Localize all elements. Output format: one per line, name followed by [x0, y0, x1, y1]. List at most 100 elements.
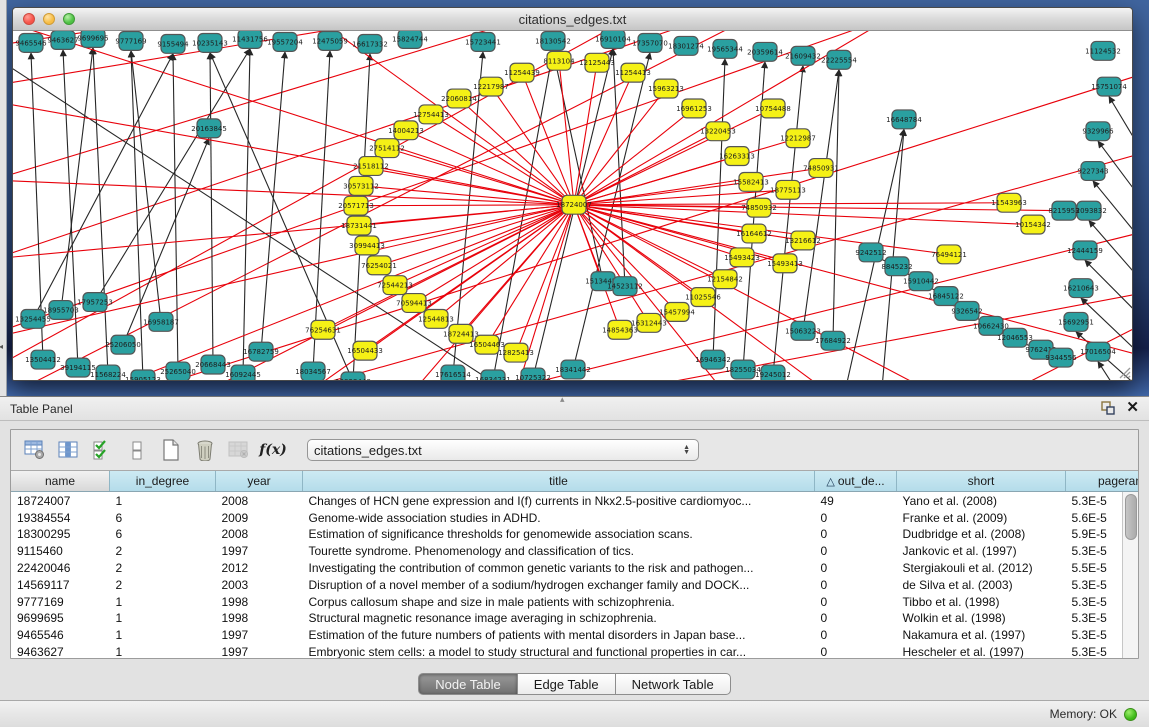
tab-edge-table[interactable]: Edge Table: [517, 673, 616, 695]
network-node[interactable]: 9242512: [855, 243, 886, 262]
network-node[interactable]: 72544213: [377, 276, 413, 295]
network-node[interactable]: 9344556: [1045, 348, 1076, 367]
network-node[interactable]: 17616514: [435, 365, 471, 380]
network-node[interactable]: 12217987: [473, 77, 509, 96]
network-node[interactable]: 17357070: [632, 33, 668, 52]
network-node[interactable]: 13504412: [25, 350, 61, 369]
network-node[interactable]: 11254439: [504, 63, 540, 82]
table-vertical-scrollbar[interactable]: [1122, 492, 1138, 658]
network-node[interactable]: 12125443: [579, 53, 615, 72]
table-row[interactable]: 969969511998Structural magnetic resonanc…: [11, 610, 1138, 627]
column-header-out_de[interactable]: △out_de...: [815, 471, 897, 492]
network-node[interactable]: 11431756: [232, 31, 268, 48]
network-node[interactable]: 9463627: [47, 31, 78, 49]
network-node[interactable]: 9329966: [1082, 122, 1113, 141]
float-panel-button[interactable]: [1100, 400, 1116, 416]
table-row[interactable]: 977716911998Corpus callosum shape and si…: [11, 593, 1138, 610]
network-node[interactable]: 15582413: [733, 172, 769, 191]
network-node[interactable]: 30994413: [349, 236, 385, 255]
network-node[interactable]: 17957253: [77, 293, 113, 312]
new-table-button[interactable]: [157, 437, 185, 463]
close-panel-button[interactable]: ✕: [1126, 401, 1139, 415]
network-node[interactable]: 20359614: [747, 42, 783, 61]
table-settings-button[interactable]: [21, 437, 49, 463]
network-node[interactable]: 11254413: [615, 63, 651, 82]
tab-network-table[interactable]: Network Table: [615, 673, 731, 695]
network-node[interactable]: 8113104: [543, 51, 575, 70]
network-window-titlebar[interactable]: citations_edges.txt: [13, 8, 1132, 31]
column-header-pagerank[interactable]: pagerank: [1066, 471, 1139, 492]
network-node[interactable]: 15905123: [125, 370, 161, 380]
collapse-left-icon[interactable]: ◂: [0, 342, 3, 351]
network-node[interactable]: 16263313: [719, 147, 755, 166]
network-node[interactable]: 74850931: [803, 159, 839, 178]
network-canvas[interactable]: 946554694636279699695 9777169 915549410235…: [13, 31, 1132, 380]
network-node[interactable]: 11124532: [1085, 41, 1121, 60]
network-node[interactable]: 18731441: [341, 216, 377, 235]
network-node[interactable]: 12212987: [780, 129, 816, 148]
network-node[interactable]: 8845232: [881, 257, 912, 276]
table-row[interactable]: 2242004622012Investigating the contribut…: [11, 560, 1138, 577]
scrollbar-thumb[interactable]: [1125, 494, 1137, 540]
network-node[interactable]: 16617332: [352, 34, 388, 53]
network-node[interactable]: 9227343: [1077, 162, 1108, 181]
network-node[interactable]: 17016504: [1080, 342, 1116, 361]
network-node[interactable]: 10725322: [515, 368, 551, 380]
network-node[interactable]: 8215953: [1048, 201, 1079, 220]
delete-columns-button[interactable]: [191, 437, 219, 463]
network-node[interactable]: 16961253: [676, 99, 712, 118]
panel-splitter-handle[interactable]: ▴: [560, 394, 565, 405]
table-row[interactable]: 946554611997Estimation of the future num…: [11, 627, 1138, 644]
table-row[interactable]: 1938455462009Genome-wide association stu…: [11, 509, 1138, 526]
network-node[interactable]: 16782759: [243, 342, 279, 361]
network-node[interactable]: 25265040: [160, 362, 196, 380]
tab-node-table[interactable]: Node Table: [418, 673, 518, 695]
network-node[interactable]: 22225554: [821, 50, 857, 69]
network-node[interactable]: 76254021: [361, 256, 397, 275]
network-node[interactable]: 12475059: [312, 31, 348, 50]
table-row[interactable]: 911546021997Tourette syndrome. Phenomeno…: [11, 543, 1138, 560]
network-node[interactable]: 27514112: [369, 139, 405, 158]
clear-selection-button[interactable]: [123, 437, 151, 463]
table-row[interactable]: 946362711997Embryonic stem cells: a mode…: [11, 644, 1138, 659]
column-header-name[interactable]: name: [11, 471, 110, 492]
network-node[interactable]: 18775113: [770, 180, 806, 199]
left-splitter[interactable]: ◂: [0, 0, 7, 396]
column-header-title[interactable]: title: [303, 471, 815, 492]
network-node[interactable]: 15692951: [1058, 312, 1094, 331]
network-node[interactable]: 76494121: [931, 245, 967, 264]
network-node[interactable]: 18301274: [668, 36, 704, 55]
column-header-in_degree[interactable]: in_degree: [110, 471, 216, 492]
network-node[interactable]: 20163845: [191, 119, 227, 138]
network-table-selector[interactable]: citations_edges.txt ▲▼: [307, 439, 699, 461]
column-header-year[interactable]: year: [216, 471, 303, 492]
network-node[interactable]: 18034567: [295, 362, 331, 380]
network-node[interactable]: 15963213: [648, 79, 684, 98]
network-node[interactable]: 10154342: [1015, 215, 1051, 234]
network-node[interactable]: 30573112: [343, 176, 379, 195]
network-node[interactable]: 9699695: [77, 31, 108, 47]
network-node[interactable]: 16834231: [475, 370, 511, 380]
network-node[interactable]: 25206050: [105, 335, 141, 354]
network-node[interactable]: 15824744: [392, 31, 428, 48]
network-node[interactable]: 9155494: [157, 34, 189, 53]
table-row[interactable]: 1456911722003Disruption of a novel membe…: [11, 576, 1138, 593]
network-node[interactable]: 9777169: [115, 31, 146, 50]
network-node[interactable]: 10235143: [192, 33, 228, 52]
network-node[interactable]: 9465546: [15, 33, 46, 52]
resize-grip[interactable]: [1117, 365, 1131, 379]
table-row[interactable]: 1872400712008Changes of HCN gene express…: [11, 492, 1138, 509]
network-node[interactable]: 21518112: [353, 157, 389, 176]
network-node[interactable]: 19565344: [707, 39, 743, 58]
column-header-short[interactable]: short: [897, 471, 1066, 492]
function-builder-button[interactable]: f(x): [259, 437, 287, 463]
network-node[interactable]: 74850932: [741, 198, 777, 217]
toggle-columns-button[interactable]: [55, 437, 83, 463]
table-row[interactable]: 1830029562008Estimation of significance …: [11, 526, 1138, 543]
network-node[interactable]: 15493423: [724, 248, 760, 267]
network-node[interactable]: 16958187: [143, 312, 179, 331]
network-node[interactable]: 12923448: [335, 372, 371, 380]
network-node[interactable]: 9326542: [951, 302, 982, 321]
select-rows-button[interactable]: [89, 437, 117, 463]
network-node[interactable]: 16210643: [1063, 279, 1099, 298]
